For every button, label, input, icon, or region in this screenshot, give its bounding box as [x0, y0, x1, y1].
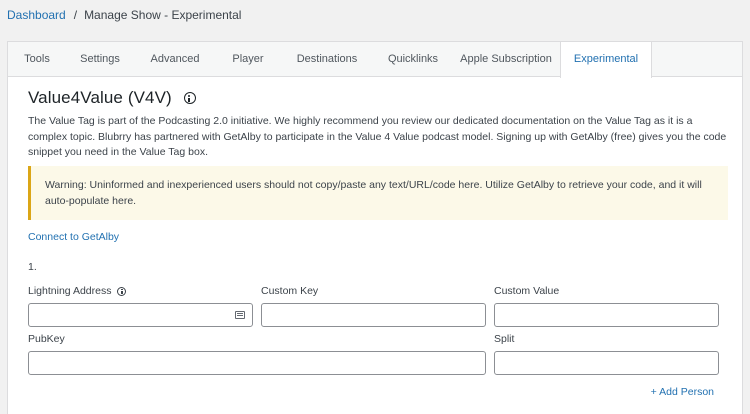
- info-icon[interactable]: [117, 286, 127, 296]
- tab-apple-subscription[interactable]: Apple Subscription: [452, 42, 560, 77]
- lightning-address-wrap: [28, 303, 253, 327]
- breadcrumb-dashboard-link[interactable]: Dashboard: [7, 8, 66, 22]
- tab-settings[interactable]: Settings: [66, 42, 134, 77]
- contact-card-icon[interactable]: [235, 311, 245, 319]
- pubkey-input[interactable]: [28, 351, 486, 375]
- breadcrumb: Dashboard / Manage Show - Experimental: [7, 7, 241, 23]
- info-icon[interactable]: [183, 92, 196, 104]
- section-title: Value4Value (V4V): [28, 88, 172, 107]
- connect-getalby-link[interactable]: Connect to GetAlby: [28, 231, 119, 243]
- tab-bar: Tools Settings Advanced Player Destinati…: [8, 42, 742, 78]
- warning-notice: Warning: Uninformed and inexperienced us…: [28, 166, 728, 220]
- lightning-address-label: Lightning Address: [28, 285, 127, 297]
- tab-tools[interactable]: Tools: [8, 42, 66, 77]
- split-label: Split: [494, 333, 515, 345]
- tab-experimental[interactable]: Experimental: [560, 42, 652, 78]
- breadcrumb-separator: /: [73, 8, 78, 22]
- warning-text: Warning: Uninformed and inexperienced us…: [45, 179, 702, 207]
- person-number: 1.: [28, 261, 37, 273]
- section-heading: Value4Value (V4V): [28, 88, 196, 108]
- tab-advanced[interactable]: Advanced: [134, 42, 216, 77]
- tab-destinations[interactable]: Destinations: [280, 42, 374, 77]
- lightning-address-label-text: Lightning Address: [28, 285, 112, 297]
- tab-player[interactable]: Player: [216, 42, 280, 77]
- breadcrumb-current: Manage Show - Experimental: [84, 8, 242, 22]
- custom-key-input[interactable]: [261, 303, 486, 327]
- tab-quicklinks[interactable]: Quicklinks: [374, 42, 452, 77]
- settings-panel: Tools Settings Advanced Player Destinati…: [7, 41, 743, 414]
- custom-value-input[interactable]: [494, 303, 719, 327]
- lightning-address-input[interactable]: [28, 303, 253, 327]
- split-input[interactable]: [494, 351, 719, 375]
- custom-key-label: Custom Key: [261, 285, 319, 297]
- custom-value-label: Custom Value: [494, 285, 560, 297]
- pubkey-label: PubKey: [28, 333, 65, 345]
- section-description: The Value Tag is part of the Podcasting …: [28, 115, 727, 158]
- add-person-button[interactable]: + Add Person: [651, 386, 714, 398]
